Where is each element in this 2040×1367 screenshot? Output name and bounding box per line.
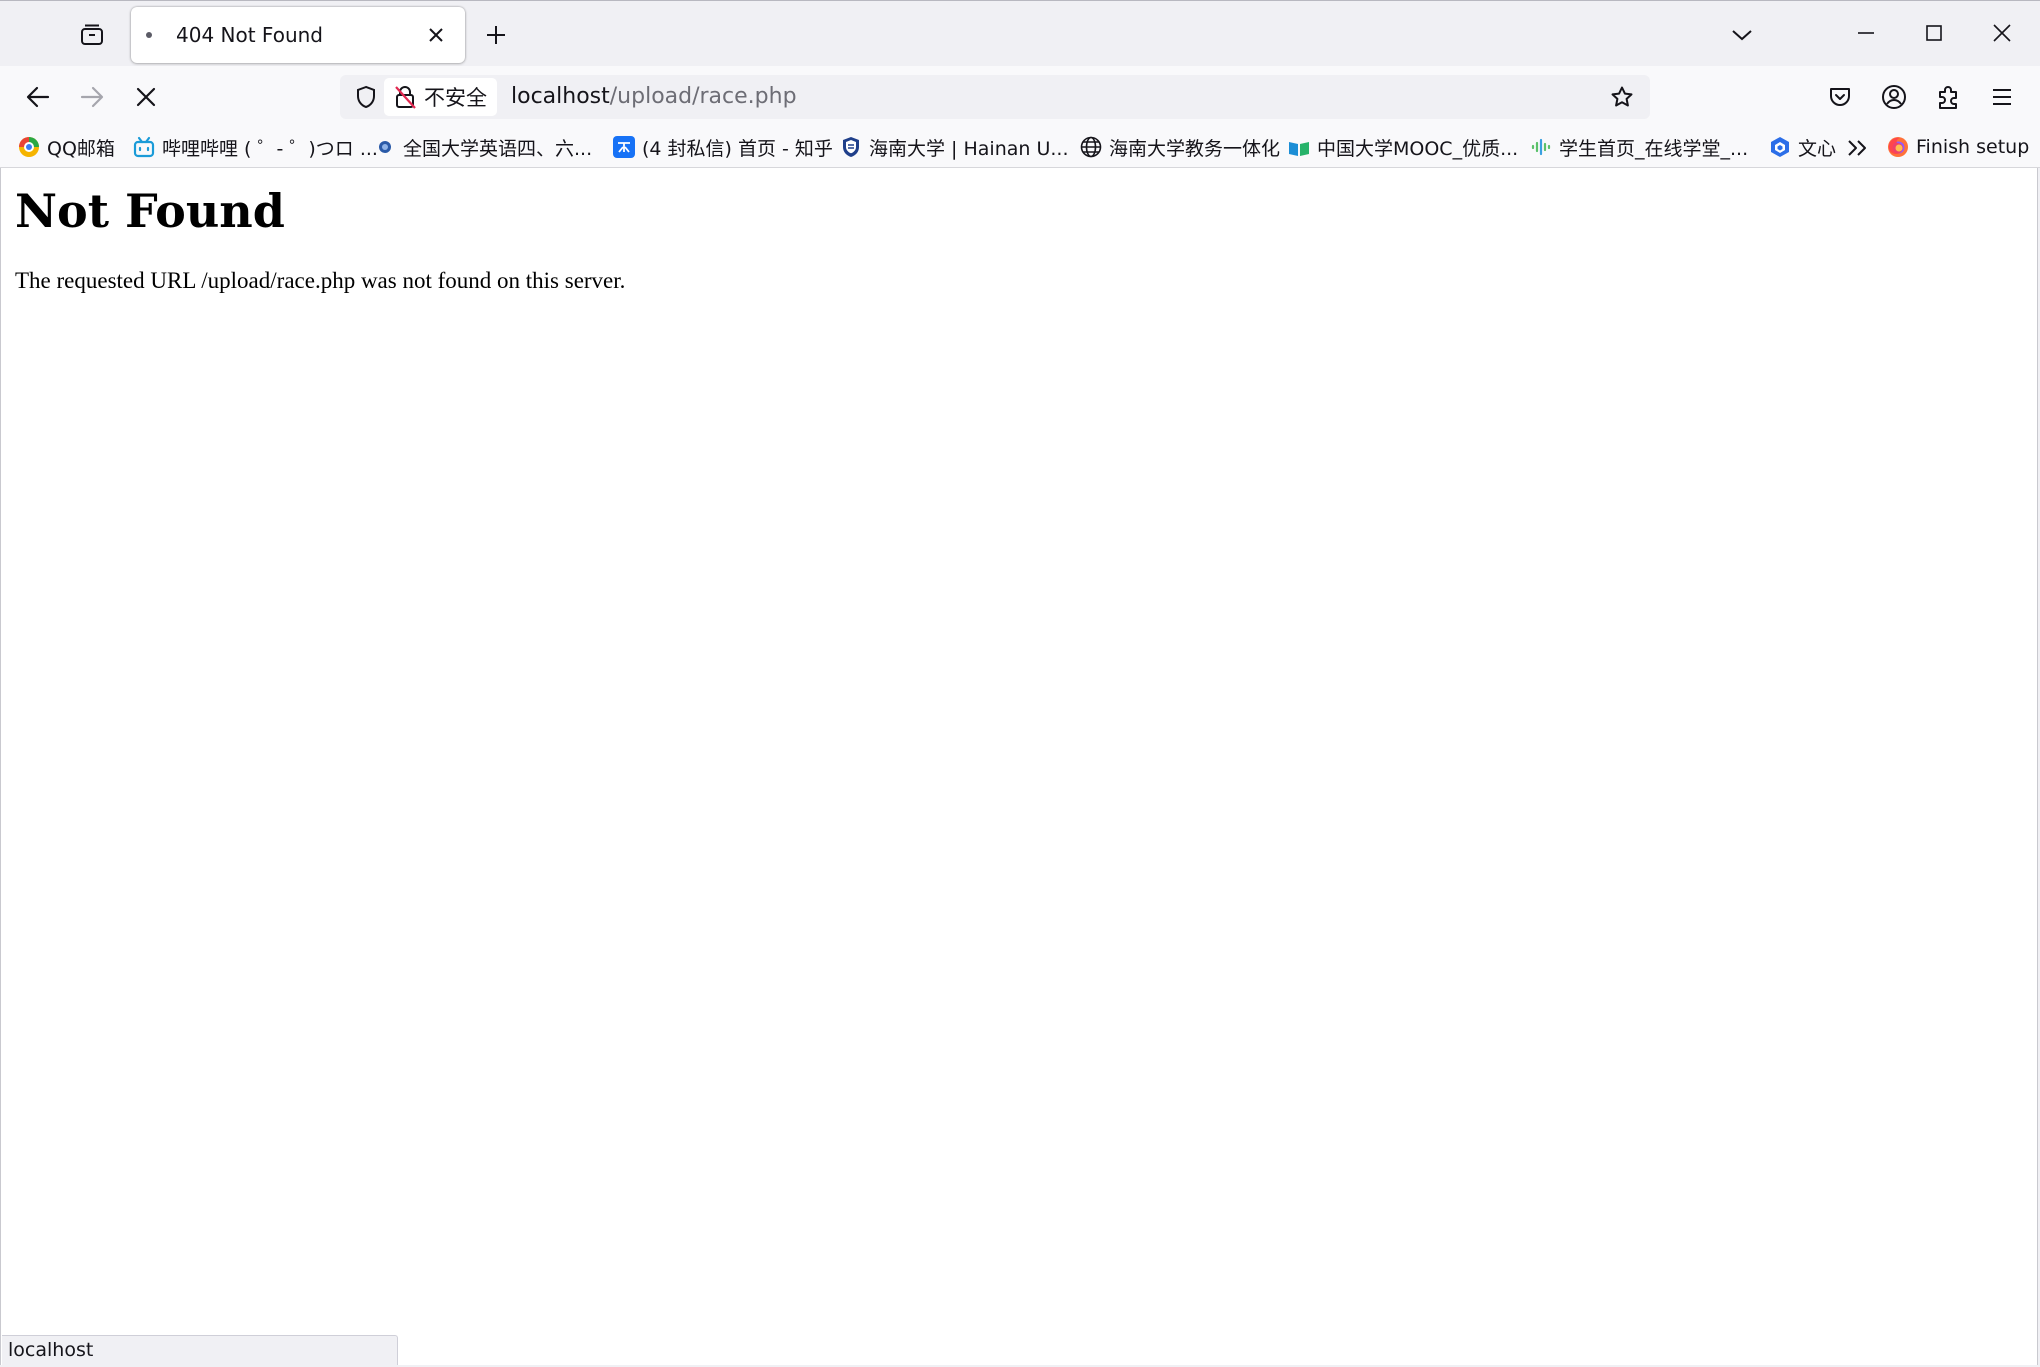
arrow-right-icon [80,86,104,108]
plus-icon [485,24,507,46]
url-path: /upload/race.php [609,84,797,109]
list-all-tabs-button[interactable] [1722,15,1762,55]
bilibili-icon [133,136,155,158]
connection-not-secure-indicator[interactable]: 不安全 [384,78,497,116]
xuetang-icon [1530,136,1552,158]
minimize-icon [1857,31,1875,35]
puzzle-piece-icon [1936,84,1960,110]
window-minimize-button[interactable] [1832,1,1900,65]
url-host: localhost [511,84,610,109]
mooc-icon [1288,136,1310,158]
qq-mail-icon [18,136,40,158]
status-panel: localhost [2,1335,398,1365]
window-close-button[interactable] [1968,1,2036,65]
forward-button[interactable] [70,75,114,119]
globe-icon [1080,136,1102,158]
bookmark-label: Finish setup [1916,136,2030,158]
pocket-button[interactable] [1818,75,1862,119]
chevron-down-icon [1731,28,1753,42]
bookmark-bilibili[interactable]: 哔哩哔哩 ( ゜- ゜)つロ ... [133,132,378,162]
broken-lock-icon [394,85,416,109]
firefox-view-button[interactable] [72,15,112,55]
firefox-view-icon [79,22,105,48]
maximize-icon [1925,24,1943,42]
bookmark-label: 中国大学MOOC_优质... [1317,137,1519,160]
bookmarks-overflow-button[interactable] [1842,134,1872,162]
bookmark-label: 全国大学英语四、六... [403,137,593,160]
pocket-icon [1828,86,1852,108]
close-icon [428,27,444,43]
bookmark-xuetang[interactable]: 学生首页_在线学堂_... [1530,132,1748,162]
stop-loading-button[interactable] [124,75,168,119]
bookmark-label: (4 封私信) 首页 - 知乎 [642,137,833,160]
zhihu-icon [613,136,635,158]
bookmark-zhihu[interactable]: (4 封私信) 首页 - 知乎 [613,132,833,162]
bookmark-qq-mail[interactable]: QQ邮箱 [18,132,115,162]
hainan-university-icon [840,136,862,158]
error-message: The requested URL /upload/race.php was n… [15,268,626,293]
bookmark-cet[interactable]: 全国大学英语四、六... [374,132,592,162]
bookmark-hainan-jiaowu[interactable]: 海南大学教务一体化 [1080,132,1280,162]
bookmark-label: QQ邮箱 [47,137,115,160]
app-menu-button[interactable] [1980,75,2024,119]
shield-icon [355,85,377,109]
bookmark-label: 学生首页_在线学堂_... [1559,137,1749,160]
account-button[interactable] [1872,75,1916,119]
navigation-toolbar: 不安全 localhost/upload/race.php [0,66,2040,126]
extensions-button[interactable] [1926,75,1970,119]
bookmark-label: 文心 [1798,137,1837,160]
cet-icon [374,136,396,158]
tracking-protection-button[interactable] [346,77,386,117]
bookmark-mooc[interactable]: 中国大学MOOC_优质... [1288,132,1518,162]
tab-title: 404 Not Found [176,23,324,47]
bookmark-label: 海南大学 | Hainan U... [869,137,1069,160]
bookmark-label: 海南大学教务一体化 [1109,137,1281,160]
arrow-left-icon [26,86,50,108]
bookmark-page-button[interactable] [1602,77,1642,117]
bookmark-finish-setup[interactable]: Finish setup [1887,132,2029,162]
window-maximize-button[interactable] [1900,1,1968,65]
star-icon [1610,85,1634,109]
stop-x-icon [136,87,156,107]
bookmark-hainan-university[interactable]: 海南大学 | Hainan U... [840,132,1068,162]
back-button[interactable] [16,75,60,119]
bookmark-label: 哔哩哔哩 ( ゜- ゜)つロ ... [162,137,378,160]
firefox-icon [1887,136,1909,158]
page-title: Not Found [15,184,285,238]
bookmark-wenxin[interactable]: 文心 [1769,132,1836,162]
address-bar[interactable]: 不安全 localhost/upload/race.php [340,75,1650,119]
tab-close-button[interactable] [420,19,452,51]
url-text[interactable]: localhost/upload/race.php [511,82,797,112]
double-chevron-right-icon [1846,139,1868,157]
close-icon [1992,23,2012,43]
new-tab-button[interactable] [476,15,516,55]
account-icon [1881,84,1907,110]
tab-strip: 404 Not Found [0,0,2040,66]
tab-loading-dot-icon [146,32,152,38]
hamburger-menu-icon [1991,88,2013,106]
page-content: Not Found The requested URL /upload/race… [0,168,2038,1365]
bookmarks-toolbar: QQ邮箱 哔哩哔哩 ( ゜- ゜)つロ ... 全国大学英语四、六... (4 … [0,126,2040,168]
wenxin-icon [1769,136,1791,158]
not-secure-label: 不安全 [424,86,487,110]
tab-active[interactable]: 404 Not Found [131,7,465,63]
